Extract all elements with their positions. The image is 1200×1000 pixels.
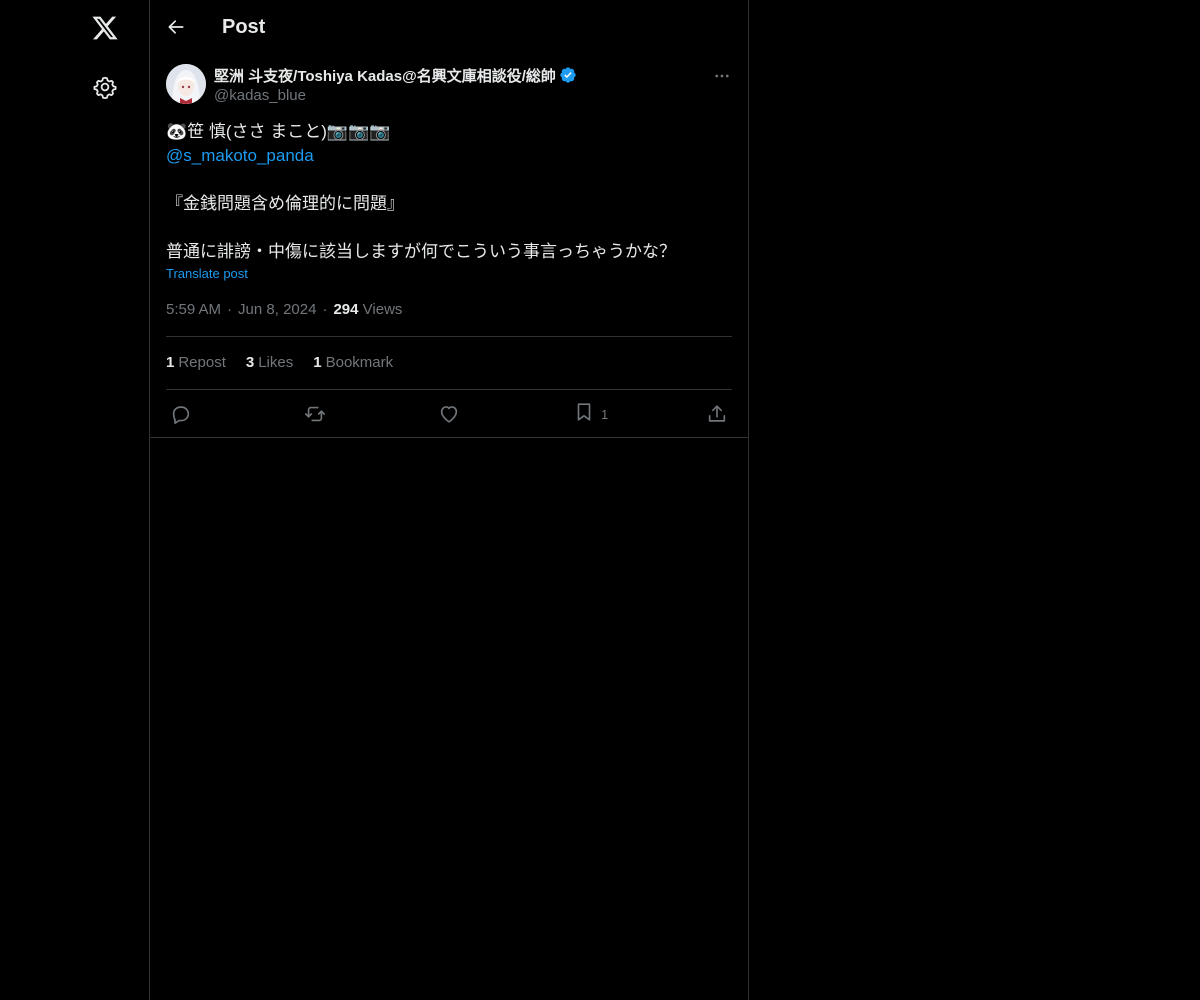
post-stats: 1 Repost 3 Likes 1 Bookmark [166,354,413,371]
post-text-line: 普通に誹謗・中傷に該当しますが何でこういう事言っちゃうかな？ [166,242,676,261]
share-icon[interactable] [706,401,728,427]
translate-post-link[interactable]: Translate post [166,266,248,281]
x-logo-icon[interactable] [89,12,121,44]
bookmark-action-count: 1 [601,406,609,422]
reply-icon[interactable] [170,401,192,427]
post-bottom-border [150,437,748,438]
verified-badge-icon[interactable] [559,66,577,84]
avatar[interactable] [166,64,206,104]
post-text-blank-line [166,168,732,192]
views-label: Views [362,301,403,318]
post-date[interactable]: Jun 8, 2024 [238,301,316,318]
mention-link[interactable]: @s_makoto_panda [166,144,732,168]
post-text-line: 『金銭問題含め倫理的に問題』 [166,194,404,213]
views-count: 294 [333,301,359,318]
divider [166,389,732,390]
reposts-count: 1 [166,354,175,371]
post-text: 🐼笹 慎(ささ まこと)📷📷📷 @s_makoto_panda 『金銭問題含め倫… [166,120,732,264]
reposts-stat[interactable]: 1 Repost [166,354,226,371]
likes-stat[interactable]: 3 Likes [246,354,293,371]
action-bar: 1 [166,401,732,427]
author-block: 堅洲 斗支夜/Toshiya Kadas@名興文庫相談役/総帥 @kadas_b… [214,64,694,106]
app: Post 堅洲 斗支夜/Toshiya Kadas@名興文庫相談役/総帥 @ka… [0,0,1200,1000]
left-rail [0,0,149,1000]
bookmark-icon [573,401,595,428]
likes-label: Likes [258,354,294,371]
bookmarks-stat[interactable]: 1 Bookmark [313,354,393,371]
post-text-line: 🐼笹 慎(ささ まこと)📷📷📷 [166,122,391,141]
post-meta: 5:59 AM · Jun 8, 2024 · 294 Views [166,301,402,318]
post-header: Post [150,0,748,53]
page-title: Post [222,16,266,38]
reposts-label: Repost [178,354,226,371]
gear-icon[interactable] [92,74,118,100]
post-text-blank-line [166,216,732,240]
meta-separator: · [227,301,233,318]
meta-separator: · [322,301,328,318]
author-name[interactable]: 堅洲 斗支夜/Toshiya Kadas@名興文庫相談役/総帥 [214,65,556,86]
arrow-left-icon[interactable] [164,15,188,39]
more-horizontal-icon[interactable] [712,66,732,86]
main-column: Post 堅洲 斗支夜/Toshiya Kadas@名興文庫相談役/総帥 @ka… [149,0,749,1000]
author-name-row: 堅洲 斗支夜/Toshiya Kadas@名興文庫相談役/総帥 [214,64,694,86]
bookmark-action[interactable]: 1 [573,401,608,427]
heart-icon[interactable] [438,401,460,427]
likes-count: 3 [245,354,255,371]
repost-icon[interactable] [303,401,327,427]
author-handle[interactable]: @kadas_blue [214,86,694,106]
divider [166,336,732,337]
post-time[interactable]: 5:59 AM [166,301,221,318]
bookmarks-count: 1 [313,354,322,371]
bookmarks-label: Bookmark [325,354,394,371]
